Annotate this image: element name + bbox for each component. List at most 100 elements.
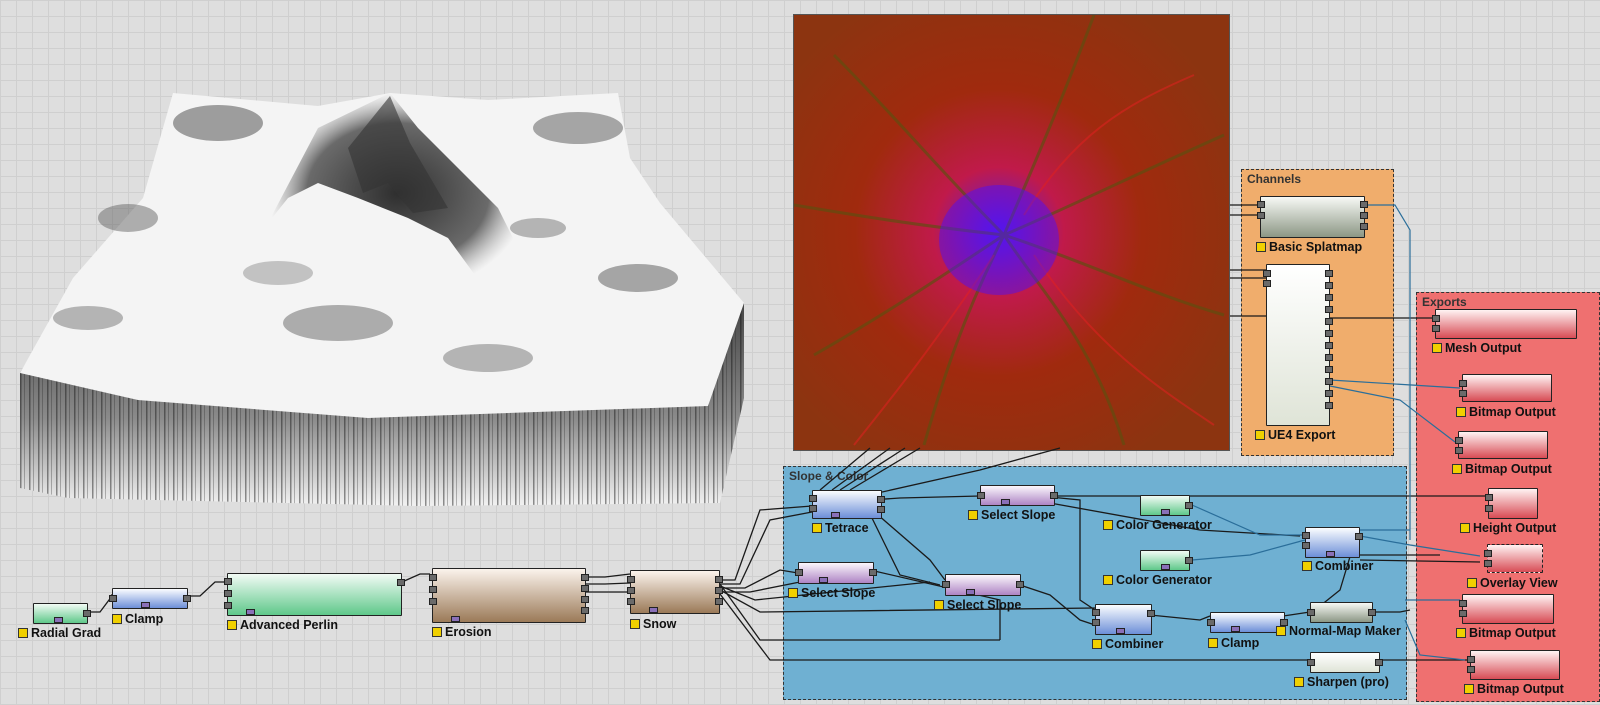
output-port[interactable]	[1355, 533, 1363, 540]
output-port[interactable]	[1360, 212, 1368, 219]
node-combiner-2[interactable]	[1092, 604, 1155, 635]
input-port[interactable]	[1455, 437, 1463, 444]
input-port[interactable]	[1459, 610, 1467, 617]
input-port[interactable]	[942, 581, 950, 588]
input-port[interactable]	[1432, 325, 1440, 332]
node-basic-splatmap[interactable]	[1257, 196, 1368, 238]
parameter-port[interactable]	[451, 616, 460, 622]
output-port[interactable]	[1325, 318, 1333, 325]
output-port[interactable]	[1147, 610, 1155, 617]
output-port[interactable]	[715, 587, 723, 594]
input-port[interactable]	[1459, 600, 1467, 607]
node-normal-map-maker[interactable]	[1307, 602, 1376, 623]
input-port[interactable]	[1467, 666, 1475, 673]
node-select-slope-3[interactable]	[942, 574, 1024, 596]
input-port[interactable]	[977, 492, 985, 499]
parameter-port[interactable]	[1001, 499, 1010, 505]
parameter-port[interactable]	[819, 577, 828, 583]
output-port[interactable]	[1185, 557, 1193, 564]
input-port[interactable]	[627, 576, 635, 583]
output-port[interactable]	[715, 576, 723, 583]
input-port[interactable]	[1257, 212, 1265, 219]
input-port[interactable]	[1307, 659, 1315, 666]
parameter-port[interactable]	[831, 512, 840, 518]
input-port[interactable]	[1484, 550, 1492, 557]
output-port[interactable]	[1325, 294, 1333, 301]
node-graph-canvas[interactable]: Channels Exports Slope & Color Radial Gr…	[0, 0, 1600, 705]
node-bitmap-output-1[interactable]	[1459, 374, 1552, 402]
output-port[interactable]	[1375, 659, 1383, 666]
input-port[interactable]	[224, 602, 232, 609]
input-port[interactable]	[109, 595, 117, 602]
parameter-port[interactable]	[246, 609, 255, 615]
parameter-port[interactable]	[1326, 551, 1335, 557]
input-port[interactable]	[1432, 315, 1440, 322]
input-port[interactable]	[429, 586, 437, 593]
node-radial-grad[interactable]	[33, 603, 91, 624]
output-port[interactable]	[715, 598, 723, 605]
input-port[interactable]	[1302, 542, 1310, 549]
node-bitmap-output-4[interactable]	[1467, 650, 1560, 680]
output-port[interactable]	[397, 579, 405, 586]
input-port[interactable]	[1459, 380, 1467, 387]
input-port[interactable]	[1307, 609, 1315, 616]
input-port[interactable]	[1207, 619, 1215, 626]
output-port[interactable]	[877, 496, 885, 503]
input-port[interactable]	[1257, 201, 1265, 208]
output-port[interactable]	[1325, 306, 1333, 313]
output-port[interactable]	[1360, 201, 1368, 208]
node-bitmap-output-3[interactable]	[1459, 594, 1554, 624]
output-port[interactable]	[1325, 402, 1333, 409]
output-port[interactable]	[1325, 270, 1333, 277]
node-snow[interactable]	[627, 570, 723, 614]
input-port[interactable]	[1484, 560, 1492, 567]
output-port[interactable]	[183, 595, 191, 602]
parameter-port[interactable]	[1116, 628, 1125, 634]
output-port[interactable]	[877, 506, 885, 513]
parameter-port[interactable]	[966, 589, 975, 595]
output-port[interactable]	[1185, 502, 1193, 509]
output-port[interactable]	[1360, 223, 1368, 230]
node-select-slope-2[interactable]	[795, 562, 877, 584]
node-select-slope-1[interactable]	[977, 485, 1058, 506]
input-port[interactable]	[795, 569, 803, 576]
input-port[interactable]	[1467, 656, 1475, 663]
node-ue4-export[interactable]	[1263, 264, 1333, 426]
node-color-generator-2[interactable]	[1140, 550, 1193, 571]
output-port[interactable]	[1050, 492, 1058, 499]
parameter-port[interactable]	[649, 607, 658, 613]
node-clamp[interactable]	[109, 588, 191, 609]
input-port[interactable]	[1485, 505, 1493, 512]
input-port[interactable]	[1302, 532, 1310, 539]
input-port[interactable]	[1485, 494, 1493, 501]
output-port[interactable]	[581, 574, 589, 581]
node-clamp-2[interactable]	[1207, 612, 1288, 633]
node-sharpen[interactable]	[1307, 652, 1383, 673]
input-port[interactable]	[809, 505, 817, 512]
node-height-output[interactable]	[1485, 488, 1538, 519]
input-port[interactable]	[1459, 390, 1467, 397]
output-port[interactable]	[581, 585, 589, 592]
input-port[interactable]	[1263, 270, 1271, 277]
output-port[interactable]	[869, 569, 877, 576]
input-port[interactable]	[429, 598, 437, 605]
node-overlay-view[interactable]	[1484, 544, 1543, 573]
output-port[interactable]	[83, 610, 91, 617]
node-tetrace[interactable]	[809, 490, 885, 519]
input-port[interactable]	[429, 574, 437, 581]
input-port[interactable]	[627, 587, 635, 594]
node-advanced-perlin[interactable]	[224, 573, 405, 616]
parameter-port[interactable]	[1231, 626, 1240, 632]
node-bitmap-output-2[interactable]	[1455, 431, 1548, 459]
parameter-port[interactable]	[1161, 509, 1170, 515]
node-combiner-1[interactable]	[1302, 527, 1363, 558]
output-port[interactable]	[1325, 330, 1333, 337]
node-color-generator-1[interactable]	[1140, 495, 1193, 516]
output-port[interactable]	[1368, 609, 1376, 616]
input-port[interactable]	[1263, 280, 1271, 287]
input-port[interactable]	[224, 590, 232, 597]
output-port[interactable]	[1325, 342, 1333, 349]
output-port[interactable]	[1325, 282, 1333, 289]
parameter-port[interactable]	[54, 617, 63, 623]
parameter-port[interactable]	[141, 602, 150, 608]
